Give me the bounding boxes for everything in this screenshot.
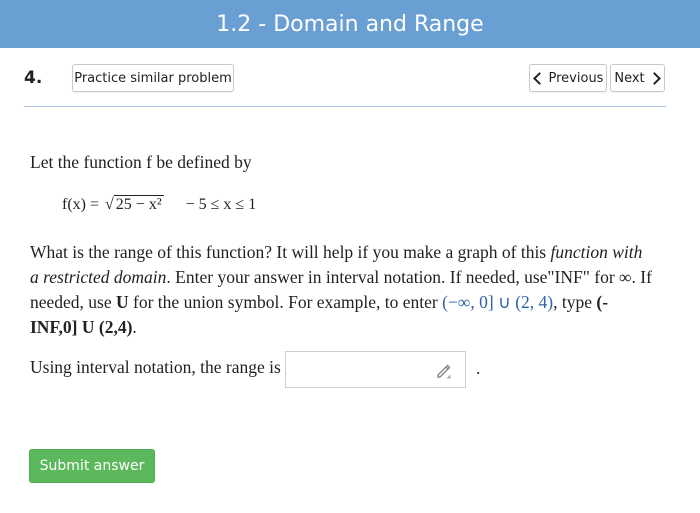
practice-similar-button[interactable]: Practice similar problem [72, 64, 234, 92]
formula-domain: − 5 ≤ x ≤ 1 [185, 196, 257, 213]
pencil-icon[interactable] [435, 362, 453, 380]
next-label: Next [614, 70, 645, 86]
question-intro: Let the function f be defined by [30, 152, 252, 172]
instructions-text: What is the range of this function? It w… [30, 242, 551, 262]
next-button[interactable]: Next [610, 64, 665, 92]
divider [24, 106, 666, 107]
answer-suffix: . [476, 358, 481, 378]
submit-answer-button[interactable]: Submit answer [29, 449, 155, 483]
formula-lhs: f(x) = [62, 196, 100, 213]
formula-radicand: 25 − x² [113, 195, 164, 213]
previous-button[interactable]: Previous [529, 64, 607, 92]
range-answer-input[interactable] [285, 351, 466, 388]
question-instructions: What is the range of this function? It w… [30, 240, 655, 340]
function-definition: f(x) = √ 25 − x² − 5 ≤ x ≤ 1 [62, 195, 257, 214]
union-symbol-hint: U [116, 292, 129, 312]
instructions-text: for the union symbol. For example, to en… [128, 292, 443, 312]
answer-prompt: Using interval notation, the range is [30, 357, 281, 377]
page-title: 1.2 - Domain and Range [216, 11, 484, 37]
practice-similar-label: Practice similar problem [74, 70, 232, 86]
page-header: 1.2 - Domain and Range [0, 0, 700, 48]
example-interval: (−∞, 0] ∪ (2, 4) [442, 292, 554, 312]
chevron-right-icon [647, 71, 661, 85]
instructions-text: , type [553, 292, 597, 312]
chevron-left-icon [532, 71, 546, 85]
question-number: 4. [24, 68, 43, 88]
previous-label: Previous [548, 70, 604, 86]
submit-label: Submit answer [39, 458, 145, 474]
instructions-text: . [132, 317, 137, 337]
square-root: √ 25 − x² [105, 195, 164, 213]
